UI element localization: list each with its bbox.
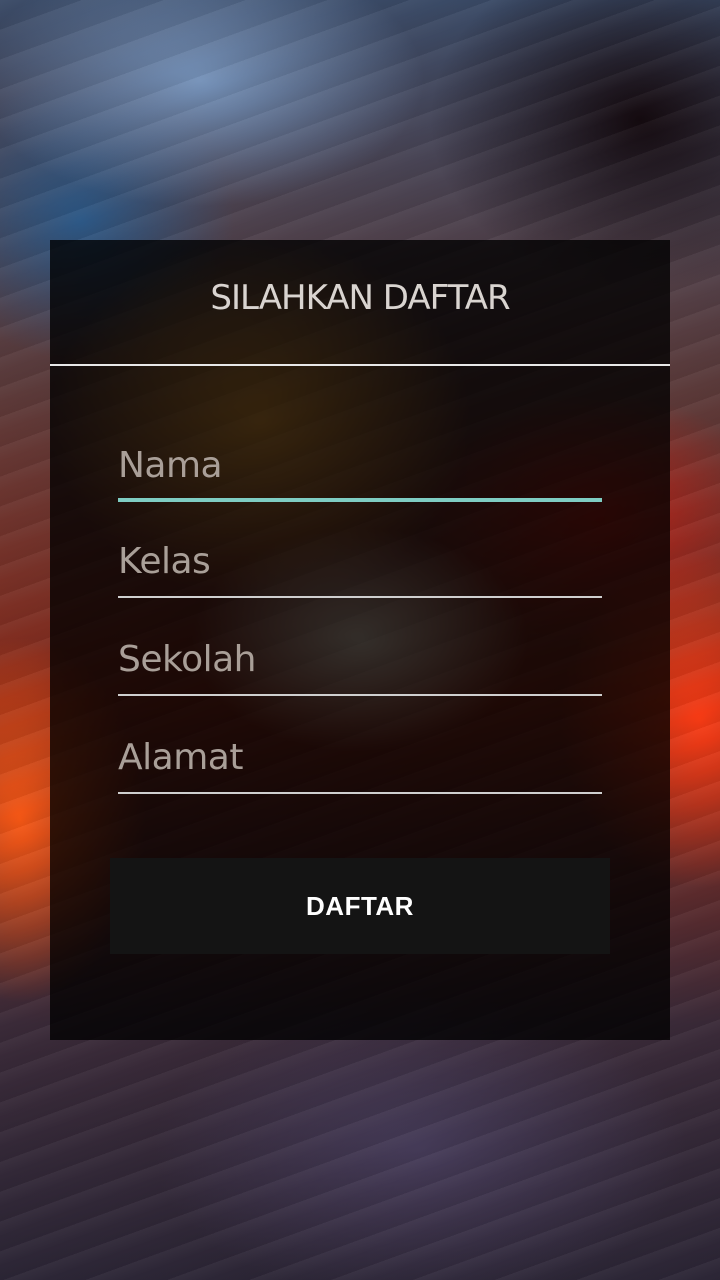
kelas-underline [118, 596, 602, 598]
nama-underline [118, 498, 602, 502]
alamat-underline [118, 792, 602, 794]
registration-card: SILAHKAN DAFTAR DAFTAR [50, 240, 670, 1040]
nama-field[interactable] [118, 432, 602, 502]
app-screen: SILAHKAN DAFTAR DAFTAR [0, 0, 720, 1280]
kelas-field[interactable] [118, 528, 602, 598]
alamat-input[interactable] [118, 724, 602, 790]
daftar-button[interactable]: DAFTAR [110, 858, 610, 954]
alamat-field[interactable] [118, 724, 602, 794]
kelas-input[interactable] [118, 528, 602, 594]
nama-input[interactable] [118, 432, 602, 498]
sekolah-field[interactable] [118, 626, 602, 696]
sekolah-input[interactable] [118, 626, 602, 692]
card-header: SILAHKAN DAFTAR [50, 240, 670, 366]
sekolah-underline [118, 694, 602, 696]
page-title: SILAHKAN DAFTAR [210, 278, 510, 318]
